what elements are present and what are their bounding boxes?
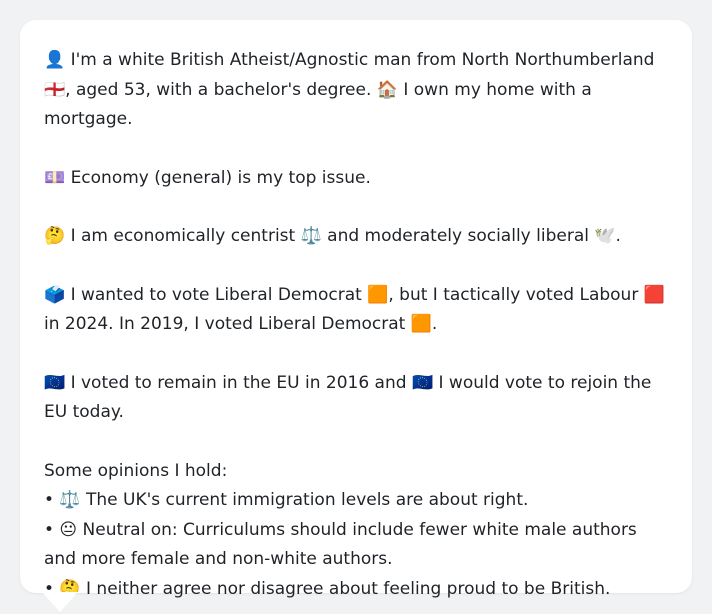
persona-message-card: 👤 I'm a white British Atheist/Agnostic m…	[20, 20, 692, 599]
opinion-item-british-pride: • 🤔 I neither agree nor disagree about f…	[44, 578, 611, 599]
bio-top-issue-paragraph: 💷 Economy (general) is my top issue.	[44, 167, 371, 188]
opinion-item-immigration: • ⚖️ The UK's current immigration levels…	[44, 490, 529, 510]
opinions-heading: Some opinions I hold:	[44, 460, 228, 481]
bio-voting-history-paragraph: 🗳️ I wanted to vote Liberal Democrat 🟧, …	[44, 284, 671, 335]
bio-eu-paragraph: 🇪🇺 I voted to remain in the EU in 2016 a…	[44, 372, 657, 423]
speech-bubble-tail	[42, 592, 78, 612]
bio-identity-paragraph: 👤 I'm a white British Atheist/Agnostic m…	[44, 50, 660, 129]
opinions-section: Some opinions I hold: • ⚖️ The UK's curr…	[44, 457, 668, 605]
bio-political-leaning-paragraph: 🤔 I am economically centrist ⚖️ and mode…	[44, 226, 621, 246]
opinion-item-curriculum: • 😐 Neutral on: Curriculums should inclu…	[44, 519, 637, 570]
